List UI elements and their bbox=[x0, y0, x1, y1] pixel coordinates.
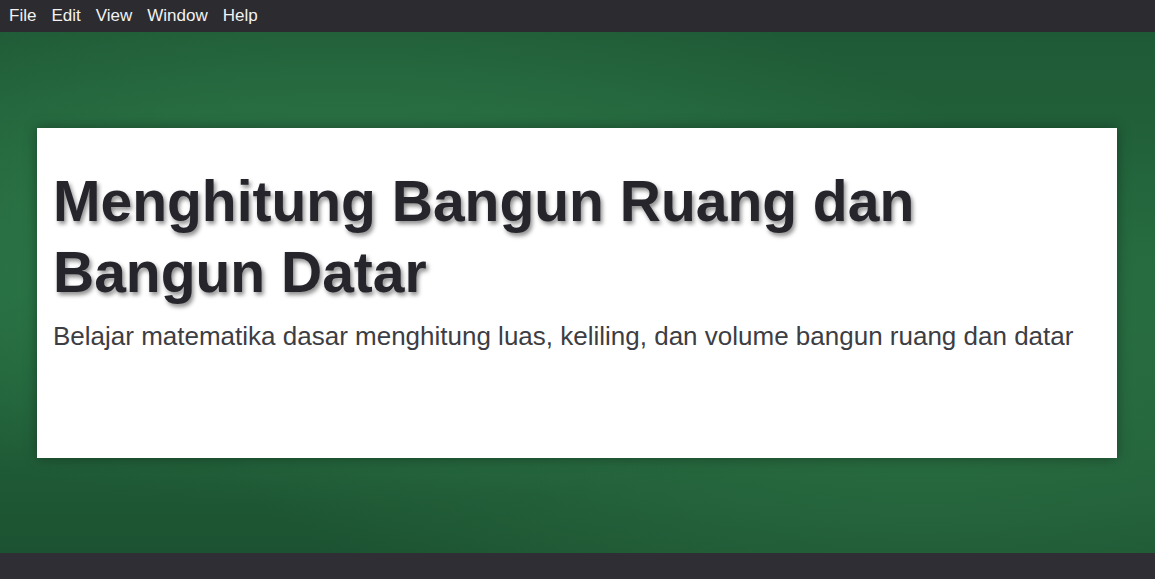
bottom-bar bbox=[0, 553, 1155, 579]
menu-item[interactable]: Help bbox=[216, 0, 266, 32]
menu-item[interactable]: Edit bbox=[44, 0, 88, 32]
hero-card: Menghitung Bangun Ruang dan Bangun Datar… bbox=[37, 128, 1117, 458]
hero-subtitle: Belajar matematika dasar menghitung luas… bbox=[53, 315, 1097, 358]
hero-section: Menghitung Bangun Ruang dan Bangun Datar… bbox=[0, 32, 1155, 553]
menu-bar: FileEditViewWindowHelp bbox=[0, 0, 1155, 32]
hero-title: Menghitung Bangun Ruang dan Bangun Datar bbox=[53, 166, 1097, 307]
menu-item[interactable]: View bbox=[89, 0, 141, 32]
menu-item[interactable]: File bbox=[2, 0, 44, 32]
menu-item[interactable]: Window bbox=[140, 0, 215, 32]
